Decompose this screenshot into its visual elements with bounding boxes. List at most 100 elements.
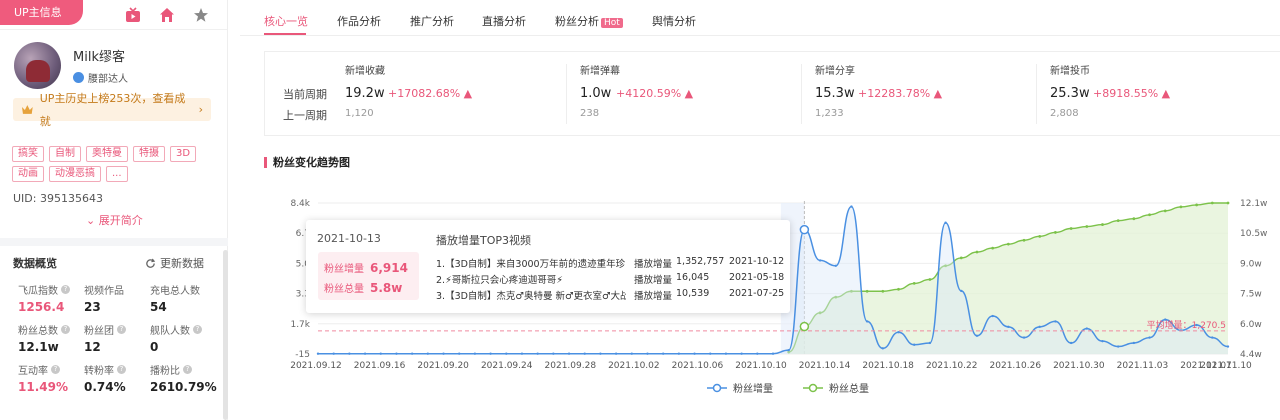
tag-item[interactable]: 动画 [12, 166, 44, 182]
metric-value: 25.3w [1050, 86, 1090, 101]
metric-value: 15.3w [815, 86, 855, 101]
tab-fans[interactable]: 粉丝分析 Hot [555, 13, 623, 29]
data-point-total [912, 282, 916, 285]
data-point-increment [1038, 325, 1041, 329]
tag-item[interactable]: 搞笑 [12, 146, 44, 162]
metric-value: 19.2w [345, 86, 385, 101]
legend-item-total[interactable]: 粉丝总量 [803, 380, 869, 395]
video-icon[interactable] [125, 7, 141, 23]
tab-overview[interactable]: 核心一览 [264, 13, 308, 29]
data-point-total [1085, 225, 1089, 228]
tag-item[interactable]: 动漫恶搞 [49, 166, 101, 182]
stat-value: 2610.79% [150, 380, 217, 394]
current-period-label: 当前周期 [283, 88, 327, 101]
home-icon[interactable] [159, 7, 175, 23]
tooltip-plays-value: 10,539 [676, 288, 710, 299]
arrow-up-icon: ▲ [933, 87, 943, 100]
tab-works[interactable]: 作品分析 [337, 13, 381, 29]
data-point-increment [1069, 341, 1073, 345]
data-point-increment [567, 352, 571, 355]
data-point-increment [787, 348, 790, 352]
chart-legend: 粉丝增量 粉丝总量 [707, 380, 869, 395]
data-point-increment [677, 352, 681, 355]
tooltip-video-row: 3.【3D自制】杰克♂奥特曼 新♂更衣室♂大战 播放增量 10,539 2021-07… [436, 288, 786, 302]
data-point-increment [316, 352, 320, 355]
x-tick-label: 2021.10.30 [1053, 361, 1105, 370]
data-point-total [1148, 213, 1151, 217]
data-point-total [1022, 238, 1026, 242]
y-right-tick-label: 10.5w [1240, 229, 1267, 239]
data-point-total [1101, 223, 1104, 226]
metric-card: 新增投币 25.3w +8918.55% ▲ 2,808 [1050, 62, 1280, 126]
data-point-increment [661, 352, 665, 355]
data-point-total [865, 289, 869, 293]
data-point-increment [1085, 327, 1088, 330]
data-point-increment [505, 352, 508, 355]
metric-change-text: +17082.68% [388, 87, 461, 100]
tooltip-summary: 粉丝增量 6,914 粉丝总量 5.8w [318, 252, 419, 300]
data-point-increment [850, 205, 853, 208]
metric-value: 1.0w [580, 86, 612, 101]
arrow-up-icon: ▲ [463, 87, 473, 100]
data-point-increment [709, 352, 712, 355]
x-tick-label: 2021.09.24 [481, 361, 533, 370]
tooltip-video-row: 1.【3D自制】来自3000万年前的遗迹重年珍... 播放增量 1,352,757 2… [436, 256, 786, 270]
metric-previous: 1,233 [815, 108, 844, 119]
tag-item[interactable]: 3D [170, 146, 197, 162]
avatar[interactable] [14, 42, 61, 89]
y-left-tick-label: 1.7k [290, 320, 310, 330]
star-icon[interactable] [193, 7, 209, 23]
tag-item[interactable]: 自制 [49, 146, 81, 162]
data-point-increment [693, 352, 696, 355]
data-point-increment [536, 352, 539, 355]
data-point-total [897, 287, 900, 291]
legend-label-total: 粉丝总量 [829, 384, 869, 395]
y-left-tick-label: -15 [295, 350, 310, 360]
metric-previous: 1,120 [345, 108, 374, 119]
data-point-increment [410, 352, 414, 355]
data-point-increment [426, 352, 430, 355]
legend-marker-green [803, 383, 823, 392]
legend-item-increment[interactable]: 粉丝增量 [707, 380, 773, 395]
rank-achievement-link[interactable]: UP主历史上榜253次，查看成就 › [13, 92, 211, 128]
data-point-increment [599, 352, 602, 355]
tag-item[interactable]: 奥特曼 [86, 146, 128, 162]
x-tick-label: 2021.09.20 [417, 361, 469, 370]
metric-change-text: +12283.78% [858, 87, 931, 100]
x-tick-label: 2021.11.03 [1117, 361, 1169, 370]
data-point-increment [740, 352, 743, 355]
tooltip-increment-value: 6,914 [370, 261, 408, 275]
metric-card: 新增弹幕 1.0w +4120.59% ▲ 238 [580, 62, 815, 126]
rank-text: UP主历史上榜253次，查看成就 [39, 91, 186, 128]
stat-value: 0.74% [84, 380, 126, 394]
data-point-increment [913, 343, 916, 346]
data-point-increment [756, 352, 759, 355]
y-right-tick-label: 7.5w [1240, 290, 1262, 300]
data-point-increment [1007, 325, 1010, 329]
arrow-up-icon: ▲ [684, 87, 694, 100]
data-point-total [1069, 227, 1073, 230]
data-point-increment [442, 352, 445, 355]
tab-promotion[interactable]: 推广分析 [410, 13, 454, 29]
tooltip-top-title: 播放增量TOP3视频 [436, 234, 532, 247]
y-right-tick-label: 6.0w [1240, 320, 1262, 330]
x-tick-label: 2021.10.18 [862, 361, 914, 370]
data-point-increment [1054, 320, 1057, 323]
x-tick-label: 2021.11.10 [1200, 361, 1252, 370]
up-info-tab[interactable]: UP主信息 [0, 0, 83, 25]
data-point-increment [646, 352, 649, 355]
metric-card: 新增收藏 19.2w +17082.68% ▲ 1,120 [345, 62, 580, 126]
metric-label: 新增弹幕 [580, 66, 620, 77]
tooltip-total-label: 粉丝总量 [324, 284, 364, 295]
tab-live[interactable]: 直播分析 [482, 13, 526, 29]
tag-item[interactable]: 特摄 [133, 146, 165, 162]
tab-sentiment[interactable]: 舆情分析 [652, 13, 696, 29]
hover-marker-total [799, 321, 810, 332]
tab-fans-label: 粉丝分析 [555, 15, 599, 28]
tag-item[interactable]: ... [106, 166, 128, 182]
tooltip-plays-label: 播放增量 [634, 259, 673, 270]
metric-change: +17082.68% ▲ [388, 87, 472, 100]
data-point-increment [771, 352, 775, 355]
card-separator [801, 64, 802, 124]
metric-change-text: +4120.59% [616, 87, 682, 100]
